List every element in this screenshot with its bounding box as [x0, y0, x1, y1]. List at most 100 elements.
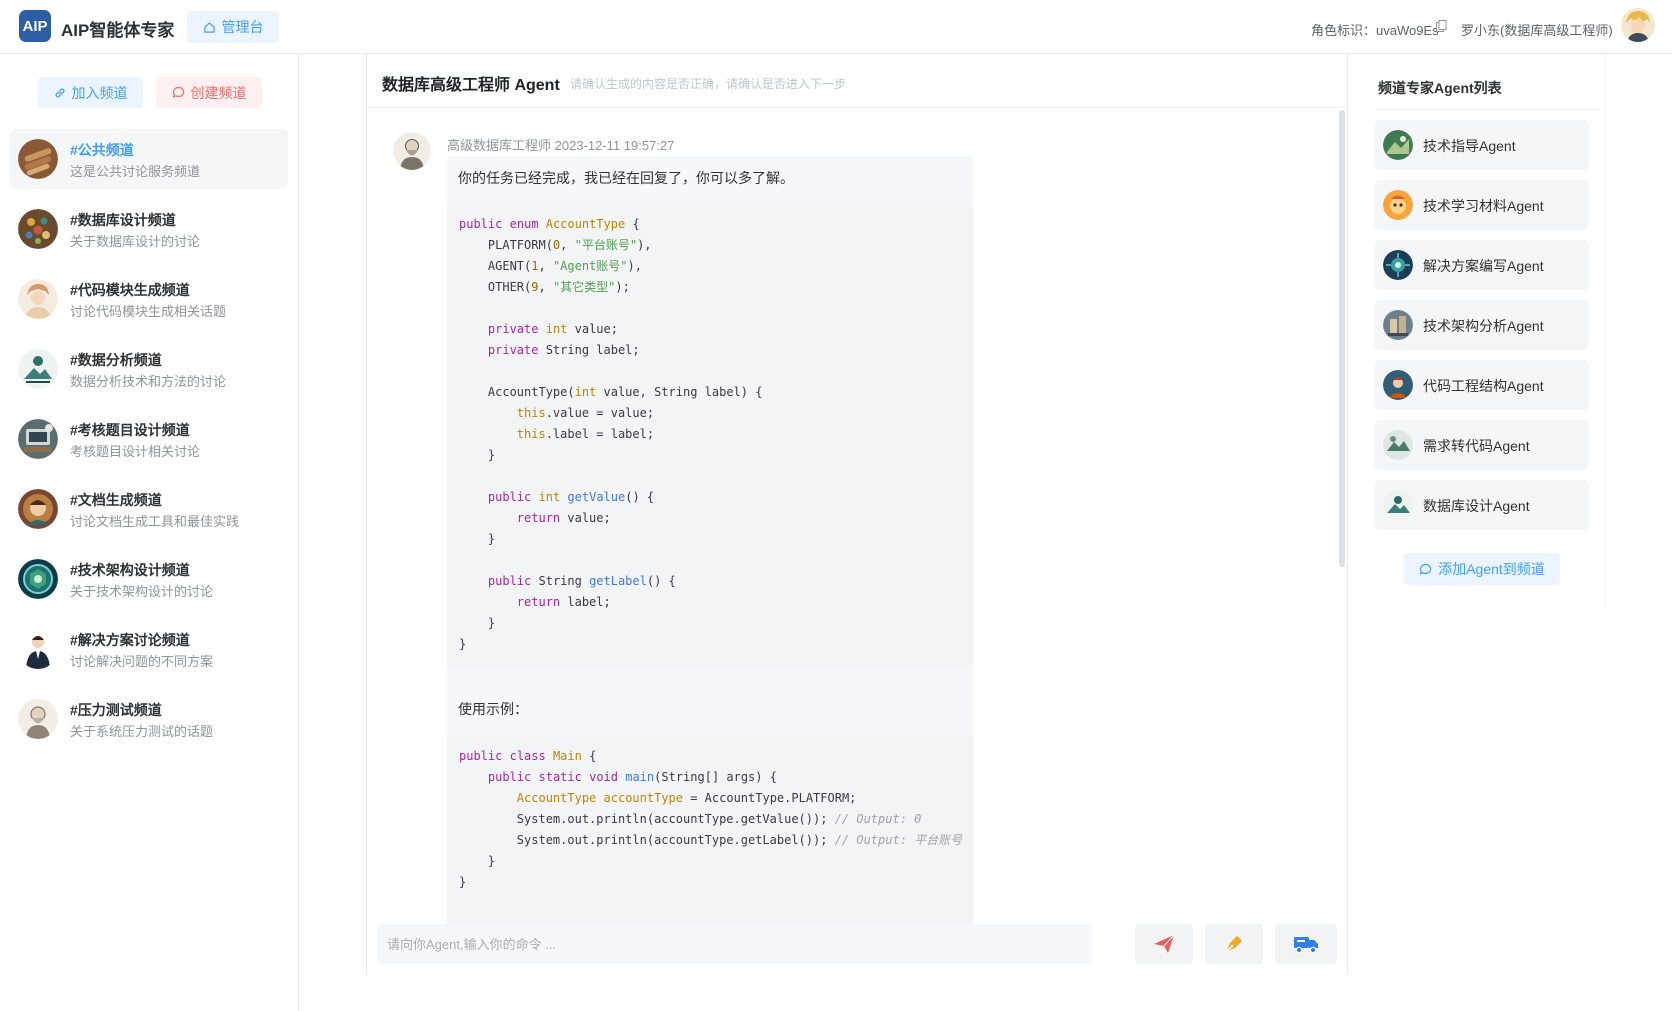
send-icon — [1154, 934, 1175, 953]
home-icon — [203, 21, 215, 33]
role-id-text: 角色标识：uvaWo9Es — [1311, 23, 1439, 38]
agent-item[interactable]: 技术架构分析Agent — [1374, 300, 1589, 350]
channel-item[interactable]: #考核题目设计频道 考核题目设计相关讨论 — [10, 409, 288, 469]
message-bubble: 你的任务已经完成，我已经在回复了，你可以多了解。 public enum Acc… — [447, 156, 973, 948]
command-input[interactable] — [377, 924, 1092, 964]
join-channel-button[interactable]: 加入频道 — [38, 77, 143, 108]
channel-avatar — [18, 139, 58, 179]
channel-desc: 讨论解决问题的不同方案 — [70, 654, 214, 669]
channel-item[interactable]: #公共频道 这是公共讨论服务频道 — [10, 129, 288, 189]
channel-item[interactable]: #数据库设计频道 关于数据库设计的讨论 — [10, 199, 288, 259]
channel-desc: 关于数据库设计的讨论 — [70, 234, 201, 249]
chat-scrollbar[interactable] — [1339, 110, 1345, 567]
channel-desc: 关于技术架构设计的讨论 — [70, 584, 214, 599]
channel-item[interactable]: #压力测试频道 关于系统压力测试的话题 — [10, 689, 288, 749]
code-line: private int value; — [487, 322, 618, 336]
agent-avatar — [1383, 130, 1413, 160]
message-meta: 高级数据库工程师 2023-12-11 19:57:27 — [447, 135, 674, 154]
pen-icon — [1226, 936, 1242, 952]
channel-item[interactable]: #文档生成频道 讨论文档生成工具和最佳实践 — [10, 479, 288, 539]
agent-avatar — [1383, 430, 1413, 460]
channel-avatar — [18, 279, 58, 319]
message-time: 2023-12-11 19:57:27 — [554, 138, 675, 153]
chat-title: 数据库高级工程师 Agent — [382, 77, 560, 94]
channel-avatar — [18, 349, 58, 389]
add-agent-button[interactable]: 添加Agent到频道 — [1404, 553, 1560, 585]
code-line: } — [459, 532, 496, 546]
channel-name: #解决方案讨论频道 — [70, 632, 190, 648]
code-line: } — [459, 875, 467, 889]
code-line: this.value = value; — [516, 406, 655, 420]
dispatch-button[interactable] — [1275, 924, 1337, 964]
join-channel-label: 加入频道 — [71, 84, 128, 101]
app-logo[interactable]: AIP — [19, 10, 51, 42]
channel-desc: 这是公共讨论服务频道 — [70, 164, 201, 179]
create-channel-button[interactable]: 创建频道 — [156, 77, 262, 108]
channel-avatar — [18, 629, 58, 669]
channel-desc: 数据分析技术和方法的讨论 — [70, 374, 227, 389]
agent-list-panel: 频道专家Agent列表 技术指导Agent 技术学习材料Agent 解决方案编写… — [1348, 54, 1606, 610]
chat-panel: 数据库高级工程师 Agent 请确认生成的内容是否正确，请确认是否进入下一步 高… — [366, 54, 1348, 974]
send-button[interactable] — [1135, 924, 1193, 964]
agent-item[interactable]: 技术指导Agent — [1374, 120, 1589, 170]
code-line: public String getLabel() { — [487, 574, 676, 588]
edit-button[interactable] — [1205, 924, 1263, 964]
chat-hint: 请确认生成的内容是否正确，请确认是否进入下一步 — [570, 77, 847, 91]
code-block: public enum AccountType { PLATFORM(0, "平… — [447, 202, 973, 668]
code-line: } — [459, 616, 496, 630]
admin-tab[interactable]: 管理台 — [187, 11, 279, 43]
link-icon — [55, 88, 64, 97]
channel-name: #考核题目设计频道 — [70, 422, 190, 438]
code-line: AccountType(int value, String label) { — [459, 385, 763, 399]
agent-name: 技术指导Agent — [1423, 138, 1516, 154]
chat-header: 数据库高级工程师 Agent 请确认生成的内容是否正确，请确认是否进入下一步 — [367, 54, 1347, 108]
agent-avatar — [1383, 190, 1413, 220]
top-header: AIP AIP智能体专家 管理台 角色标识：uvaWo9Es 罗小东(数据库高级… — [0, 0, 1672, 54]
channel-avatar — [18, 209, 58, 249]
channel-item[interactable]: #技术架构设计频道 关于技术架构设计的讨论 — [10, 549, 288, 609]
divider — [1374, 109, 1599, 110]
code-line: } — [459, 854, 496, 868]
message-author: 高级数据库工程师 — [447, 138, 552, 153]
agent-item[interactable]: 需求转代码Agent — [1374, 420, 1589, 470]
code-line: System.out.println(accountType.getLabel(… — [459, 833, 963, 847]
agent-list-title: 频道专家Agent列表 — [1378, 80, 1502, 96]
chat-bubble-icon — [172, 86, 184, 98]
app-title: AIP智能体专家 — [61, 21, 175, 40]
channel-desc: 关于系统压力测试的话题 — [70, 724, 214, 739]
code-line: public int getValue() { — [487, 490, 655, 504]
channel-name: #数据分析频道 — [70, 352, 162, 368]
channel-desc: 讨论文档生成工具和最佳实践 — [70, 514, 240, 529]
channel-avatar — [18, 419, 58, 459]
channel-desc: 讨论代码模块生成相关话题 — [70, 304, 227, 319]
agent-item[interactable]: 数据库设计Agent — [1374, 480, 1589, 530]
agent-avatar — [1383, 310, 1413, 340]
channel-avatar — [18, 559, 58, 599]
agent-item[interactable]: 技术学习材料Agent — [1374, 180, 1589, 230]
code-line: return value; — [516, 511, 611, 525]
code-line: public static void main(String[] args) { — [487, 770, 777, 784]
channel-item[interactable]: #解决方案讨论频道 讨论解决问题的不同方案 — [10, 619, 288, 679]
code-block: public class Main { public static void m… — [447, 734, 973, 948]
channel-name: #技术架构设计频道 — [70, 562, 190, 578]
channel-avatar — [18, 699, 58, 739]
copy-icon[interactable] — [1436, 20, 1447, 32]
channel-item[interactable]: #代码模块生成频道 讨论代码模块生成相关话题 — [10, 269, 288, 329]
code-line: } — [459, 448, 496, 462]
truck-icon — [1294, 937, 1318, 954]
user-name[interactable]: 罗小东(数据库高级工程师) — [1461, 20, 1613, 39]
channel-name: #公共频道 — [70, 142, 134, 158]
code-line: System.out.println(accountType.getValue(… — [459, 812, 922, 826]
command-input-wrapper — [377, 924, 1092, 964]
agent-name: 技术架构分析Agent — [1423, 318, 1544, 334]
channel-item[interactable]: #数据分析频道 数据分析技术和方法的讨论 — [10, 339, 288, 399]
user-avatar[interactable] — [1621, 8, 1655, 42]
add-agent-label: 添加Agent到频道 — [1438, 561, 1545, 577]
agent-name: 解决方案编写Agent — [1423, 258, 1544, 274]
code-line: OTHER(9, "其它类型"); — [459, 280, 630, 294]
agent-item[interactable]: 解决方案编写Agent — [1374, 240, 1589, 290]
message-text: 你的任务已经完成，我已经在回复了，你可以多了解。 — [458, 170, 794, 186]
agent-item[interactable]: 代码工程结构Agent — [1374, 360, 1589, 410]
code-line: public enum AccountType { — [459, 217, 640, 231]
code-line: private String label; — [487, 343, 640, 357]
